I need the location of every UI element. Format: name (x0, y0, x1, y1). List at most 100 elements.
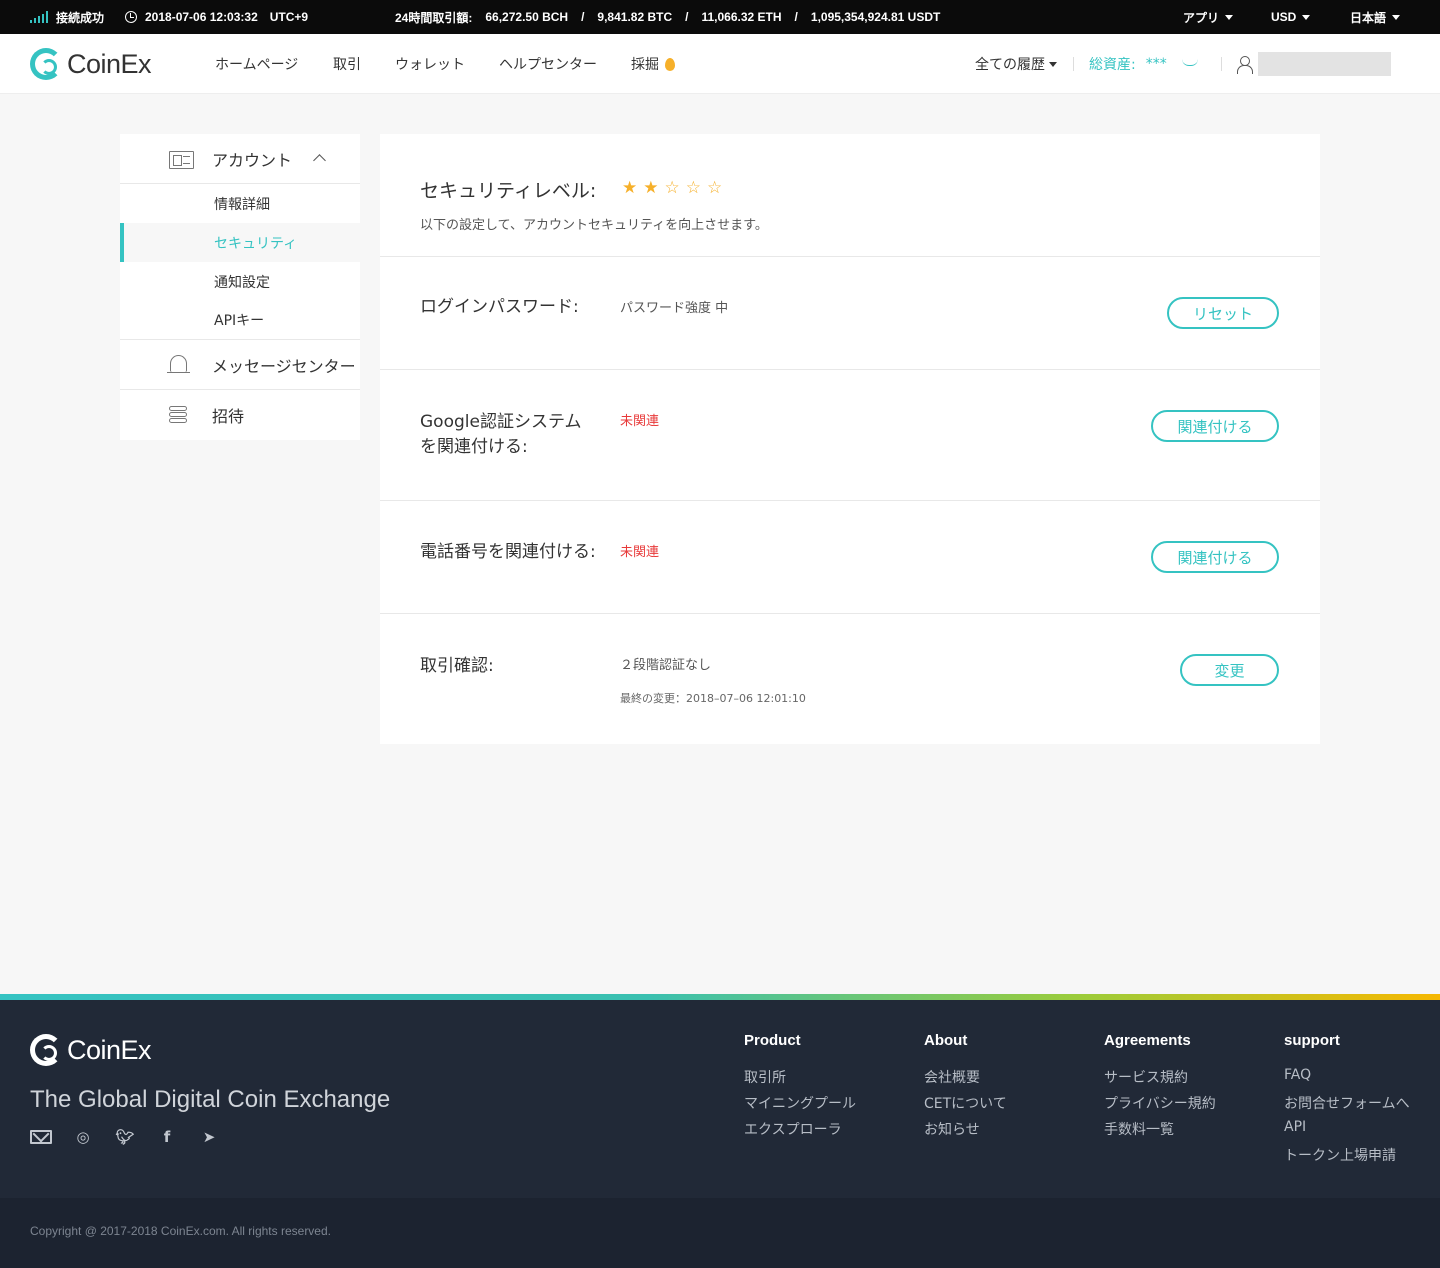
star-filled-icon: ★ (643, 178, 659, 198)
google-auth-status: 未関連 (620, 414, 660, 429)
timezone-text: UTC+9 (269, 10, 309, 24)
sidebar-item-security[interactable]: セキュリティ (120, 223, 360, 262)
sidebar-item-label: APIキー (214, 313, 265, 329)
coinex-logo-icon (30, 48, 62, 80)
nav-trade[interactable]: 取引 (333, 34, 361, 94)
footer-link[interactable]: 会社概要 (924, 1067, 1007, 1093)
total-assets: 総資産: *** (1089, 34, 1199, 94)
footer-link[interactable]: お問合せフォームへ (1284, 1093, 1410, 1119)
google-auth-row: Google認証システム を関連付ける: 未関連 関連付ける (380, 370, 1320, 501)
user-menu[interactable] (1236, 34, 1253, 94)
footer: CoinEx The Global Digital Coin Exchange … (0, 1000, 1440, 1198)
footer-tagline: The Global Digital Coin Exchange (30, 1086, 391, 1113)
copyright-text: Copyright @ 2017-2018 CoinEx.com. All ri… (30, 1224, 331, 1238)
main-header: CoinEx ホームページ 取引 ウォレット ヘルプセンター 採掘 全ての履歴 … (0, 34, 1440, 94)
footer-logo[interactable]: CoinEx (30, 1034, 152, 1066)
nav-wallet[interactable]: ウォレット (395, 34, 465, 94)
link-google-auth-button[interactable]: 関連付ける (1151, 410, 1279, 442)
server-time: 2018-07-06 12:03:32 UTC+9 (125, 0, 308, 34)
facebook-icon[interactable]: f (156, 1128, 178, 1146)
hidden-eye-icon[interactable] (1181, 59, 1199, 69)
footer-col-title: support (1284, 1032, 1340, 1049)
phone-status: 未関連 (620, 545, 660, 560)
social-links: ◎ 🐦︎ f ➤ (30, 1128, 220, 1146)
sidebar-invite-label: 招待 (212, 407, 245, 426)
phone-row: 電話番号を関連付ける: 未関連 関連付ける (380, 501, 1320, 614)
reset-password-button[interactable]: リセット (1167, 297, 1279, 329)
language-label: 日本語 (1350, 10, 1387, 25)
history-label: 全ての履歴 (975, 57, 1045, 73)
footer-link[interactable]: マイニングプール (744, 1093, 856, 1119)
row-label-line2: を関連付ける: (420, 437, 528, 457)
sidebar-item-info[interactable]: 情報詳細 (120, 184, 360, 223)
sidebar-group-invite[interactable]: 招待 (120, 390, 360, 440)
divider (1221, 57, 1222, 71)
coinex-logo-icon (30, 1034, 62, 1066)
volume-divider: / (685, 10, 689, 24)
footer-link[interactable]: トークン上場申請 (1284, 1145, 1410, 1171)
security-panel: セキュリティレベル: ★ ★ ☆ ☆ ☆ 以下の設定して、アカウントセキュリティを向上さ… (380, 134, 1320, 744)
signal-icon (30, 11, 48, 23)
security-rating: ★ ★ ☆ ☆ ☆ (622, 178, 722, 198)
change-trade-confirm-button[interactable]: 変更 (1180, 654, 1279, 686)
link-phone-button[interactable]: 関連付ける (1151, 541, 1279, 573)
footer-link[interactable]: お知らせ (924, 1119, 1007, 1145)
user-icon (1236, 55, 1253, 74)
sidebar-item-label: 情報詳細 (214, 196, 270, 213)
caret-down-icon (1302, 14, 1311, 20)
datetime-text: 2018-07-06 12:03:32 (145, 10, 258, 24)
row-label: 取引確認: (420, 656, 494, 676)
username-redacted[interactable] (1258, 52, 1391, 76)
footer-col-support: support FAQ お問合せフォームへ API トークン上場申請 (1284, 1032, 1410, 1171)
sidebar-item-label: 通知設定 (214, 274, 270, 291)
volume-btc: 9,841.82 BTC (597, 10, 673, 24)
app-dropdown[interactable]: アプリ (1183, 0, 1234, 34)
id-card-icon (169, 151, 194, 169)
sidebar-messages-label: メッセージセンター (212, 356, 356, 376)
footer-link[interactable]: プライバシー規約 (1104, 1093, 1216, 1119)
assets-label: 総資産: (1089, 57, 1136, 73)
assets-value: *** (1145, 56, 1167, 72)
divider (1073, 57, 1074, 71)
footer-link[interactable]: 手数料一覧 (1104, 1119, 1216, 1145)
history-dropdown[interactable]: 全ての履歴 (975, 34, 1057, 94)
footer-link[interactable]: API (1284, 1119, 1410, 1145)
star-empty-icon: ☆ (685, 178, 701, 198)
star-empty-icon: ☆ (707, 178, 723, 198)
telegram-icon[interactable]: ➤ (198, 1128, 220, 1146)
footer-link[interactable]: エクスプローラ (744, 1119, 856, 1145)
row-label: 電話番号を関連付ける: (420, 542, 596, 562)
currency-dropdown[interactable]: USD (1271, 0, 1311, 34)
footer-link[interactable]: サービス規約 (1104, 1067, 1216, 1093)
app-label: アプリ (1183, 10, 1220, 25)
clock-icon (125, 11, 137, 23)
footer-link[interactable]: CETについて (924, 1093, 1007, 1119)
sidebar-item-api-keys[interactable]: APIキー (120, 301, 360, 340)
account-sidebar: アカウント 情報詳細 セキュリティ 通知設定 APIキー メッセージセンター 招… (120, 134, 360, 440)
footer-link[interactable]: FAQ (1284, 1067, 1410, 1093)
nav-help-center[interactable]: ヘルプセンター (499, 34, 597, 94)
footer-link[interactable]: 取引所 (744, 1067, 856, 1093)
weibo-icon[interactable]: ◎ (72, 1128, 94, 1146)
security-description: 以下の設定して、アカウントセキュリティを向上させます。 (420, 218, 768, 233)
language-dropdown[interactable]: 日本語 (1350, 0, 1401, 34)
row-label-line1: Google認証システム (420, 412, 582, 432)
footer-logo-text: CoinEx (67, 1034, 152, 1065)
chevron-up-icon (313, 154, 326, 167)
sidebar-account-label: アカウント (212, 150, 293, 170)
coinex-logo[interactable]: CoinEx (30, 48, 152, 80)
sidebar-group-messages[interactable]: メッセージセンター (120, 340, 360, 390)
nav-mining-label: 採掘 (631, 57, 659, 73)
twitter-icon[interactable]: 🐦︎ (114, 1128, 136, 1146)
volume-label: 24時間取引額: (395, 10, 473, 25)
copyright-bar: Copyright @ 2017-2018 CoinEx.com. All ri… (0, 1198, 1440, 1268)
status-bar: 接続成功 2018-07-06 12:03:32 UTC+9 24時間取引額: … (0, 0, 1440, 34)
sidebar-group-account[interactable]: アカウント (120, 134, 360, 184)
mail-icon[interactable] (30, 1130, 52, 1144)
sidebar-item-label: セキュリティ (214, 235, 298, 252)
sidebar-item-notifications[interactable]: 通知設定 (120, 262, 360, 301)
nav-home[interactable]: ホームページ (215, 34, 298, 94)
logo-text: CoinEx (67, 48, 152, 79)
volume-usdt: 1,095,354,924.81 USDT (810, 10, 941, 24)
nav-mining[interactable]: 採掘 (631, 34, 675, 94)
